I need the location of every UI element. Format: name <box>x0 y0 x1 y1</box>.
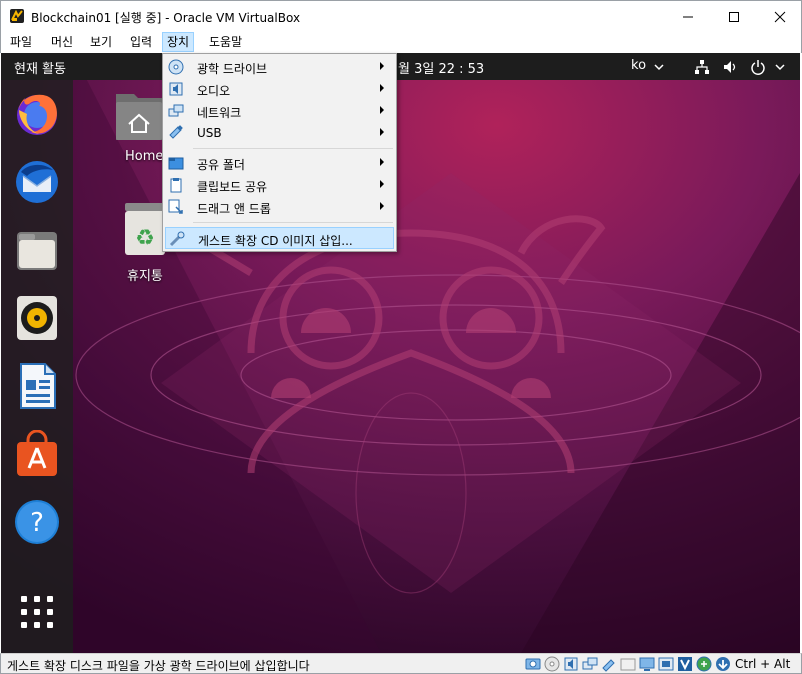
shared-folder-status-icon[interactable] <box>620 656 636 672</box>
menu-help[interactable]: 도움말 <box>205 32 246 52</box>
status-message: 게스트 확장 디스크 파일을 가상 광학 드라이브에 삽입합니다 <box>7 659 310 673</box>
menu-separator <box>193 222 393 223</box>
menu-machine[interactable]: 머신 <box>47 32 77 52</box>
audio-icon <box>169 82 183 96</box>
volume-icon[interactable] <box>722 59 738 75</box>
menu-bar: 파일 머신 보기 입력 장치 도움말 <box>0 31 802 53</box>
usb-status-icon[interactable] <box>601 656 617 672</box>
menu-devices[interactable]: 장치 <box>162 32 195 52</box>
video-capture-status-icon[interactable] <box>658 656 674 672</box>
submenu-arrow-icon <box>380 128 384 136</box>
display-status-icon[interactable] <box>639 656 655 672</box>
audio-status-icon[interactable] <box>563 656 579 672</box>
trash-label: 휴지통 <box>127 269 163 284</box>
menu-item-shared-clipboard[interactable]: 클립보드 공유 <box>165 174 394 196</box>
status-bar: 게스트 확장 디스크 파일을 가상 광학 드라이브에 삽입합니다 Ctrl + … <box>0 653 802 674</box>
close-icon <box>774 11 786 22</box>
home-folder-label: Home <box>125 149 164 164</box>
menu-item-label: 광학 드라이브 <box>197 62 268 76</box>
home-folder-icon[interactable] <box>114 88 164 143</box>
minimize-button[interactable] <box>665 1 711 32</box>
menu-input[interactable]: 입력 <box>126 32 156 52</box>
menu-item-label: 게스트 확장 CD 이미지 삽입... <box>198 234 353 248</box>
chevron-down-icon <box>775 64 785 71</box>
svg-text:?: ? <box>30 508 44 538</box>
clock[interactable]: 월 3일 22 : 53 <box>398 58 484 77</box>
hard-disk-icon[interactable] <box>525 656 541 672</box>
window-title: Blockchain01 [실행 중] - Oracle VM VirtualB… <box>31 11 301 25</box>
shared-folder-icon <box>168 157 184 170</box>
optical-drive-icon <box>168 59 184 75</box>
ubuntu-wallpaper <box>1 53 800 653</box>
devices-dropdown-menu: 광학 드라이브 오디오 네트워크 USB 공유 폴더 클립보드 공유 드래그 앤… <box>162 53 397 252</box>
chevron-down-icon <box>654 64 664 71</box>
submenu-arrow-icon <box>380 84 384 92</box>
files-icon[interactable] <box>13 226 61 274</box>
help-icon[interactable]: ? <box>13 498 61 546</box>
menu-separator <box>193 148 393 149</box>
menu-item-label: 드래그 앤 드롭 <box>197 202 271 216</box>
menu-item-label: 네트워크 <box>197 106 242 120</box>
ubuntu-top-bar: 현재 활동 월 3일 22 : 53 ko <box>1 53 800 80</box>
network-wired-icon[interactable] <box>694 59 710 75</box>
submenu-arrow-icon <box>380 62 384 70</box>
virtualization-status-icon[interactable] <box>677 656 693 672</box>
optical-drive-status-icon[interactable] <box>544 656 560 672</box>
submenu-arrow-icon <box>380 158 384 166</box>
software-center-icon[interactable] <box>13 430 61 478</box>
maximize-button[interactable] <box>711 1 757 32</box>
menu-file[interactable]: 파일 <box>6 32 36 52</box>
menu-item-network[interactable]: 네트워크 <box>165 100 394 122</box>
thunderbird-icon[interactable] <box>13 158 61 206</box>
menu-item-label: 오디오 <box>197 84 231 98</box>
keyboard-layout-indicator[interactable]: ko <box>631 58 646 73</box>
menu-item-label: USB <box>197 126 222 140</box>
vm-display[interactable]: 현재 활동 월 3일 22 : 53 ko ? Home ♻ 휴지통 <box>1 53 800 653</box>
clipboard-icon <box>170 178 182 193</box>
maximize-icon <box>729 11 739 22</box>
svg-text:♻: ♻ <box>135 226 155 251</box>
minimize-icon <box>683 16 693 17</box>
menu-item-label: 공유 폴더 <box>197 158 245 172</box>
ubuntu-dock: ? <box>1 80 73 653</box>
host-key-label[interactable]: Ctrl + Alt <box>735 657 790 671</box>
close-button[interactable] <box>757 1 802 32</box>
guest-additions-icon <box>169 231 185 247</box>
rhythmbox-icon[interactable] <box>13 294 61 342</box>
menu-item-optical-drives[interactable]: 광학 드라이브 <box>165 56 394 78</box>
submenu-arrow-icon <box>380 180 384 188</box>
submenu-arrow-icon <box>380 106 384 114</box>
menu-item-insert-guest-additions[interactable]: 게스트 확장 CD 이미지 삽입... <box>165 227 394 249</box>
menu-item-usb[interactable]: USB <box>165 122 394 144</box>
menu-item-audio[interactable]: 오디오 <box>165 78 394 100</box>
network-icon <box>168 104 184 117</box>
menu-item-shared-folders[interactable]: 공유 폴더 <box>165 152 394 174</box>
window-titlebar[interactable]: Blockchain01 [실행 중] - Oracle VM VirtualB… <box>0 0 802 31</box>
power-icon[interactable] <box>750 59 766 75</box>
keyboard-capture-status-icon[interactable] <box>715 656 731 672</box>
drag-drop-icon <box>168 199 183 214</box>
firefox-icon[interactable] <box>13 90 61 138</box>
virtualbox-app-icon <box>10 9 24 23</box>
menu-item-label: 클립보드 공유 <box>197 180 268 194</box>
submenu-arrow-icon <box>380 202 384 210</box>
menu-view[interactable]: 보기 <box>86 32 116 52</box>
show-apps-icon[interactable] <box>13 588 61 636</box>
usb-icon <box>169 125 183 139</box>
libreoffice-writer-icon[interactable] <box>13 362 61 410</box>
menu-item-drag-and-drop[interactable]: 드래그 앤 드롭 <box>165 196 394 218</box>
trash-icon[interactable]: ♻ <box>123 201 167 257</box>
activities-button[interactable]: 현재 활동 <box>14 58 66 77</box>
mouse-integration-status-icon[interactable] <box>696 656 712 672</box>
network-status-icon[interactable] <box>582 656 598 672</box>
